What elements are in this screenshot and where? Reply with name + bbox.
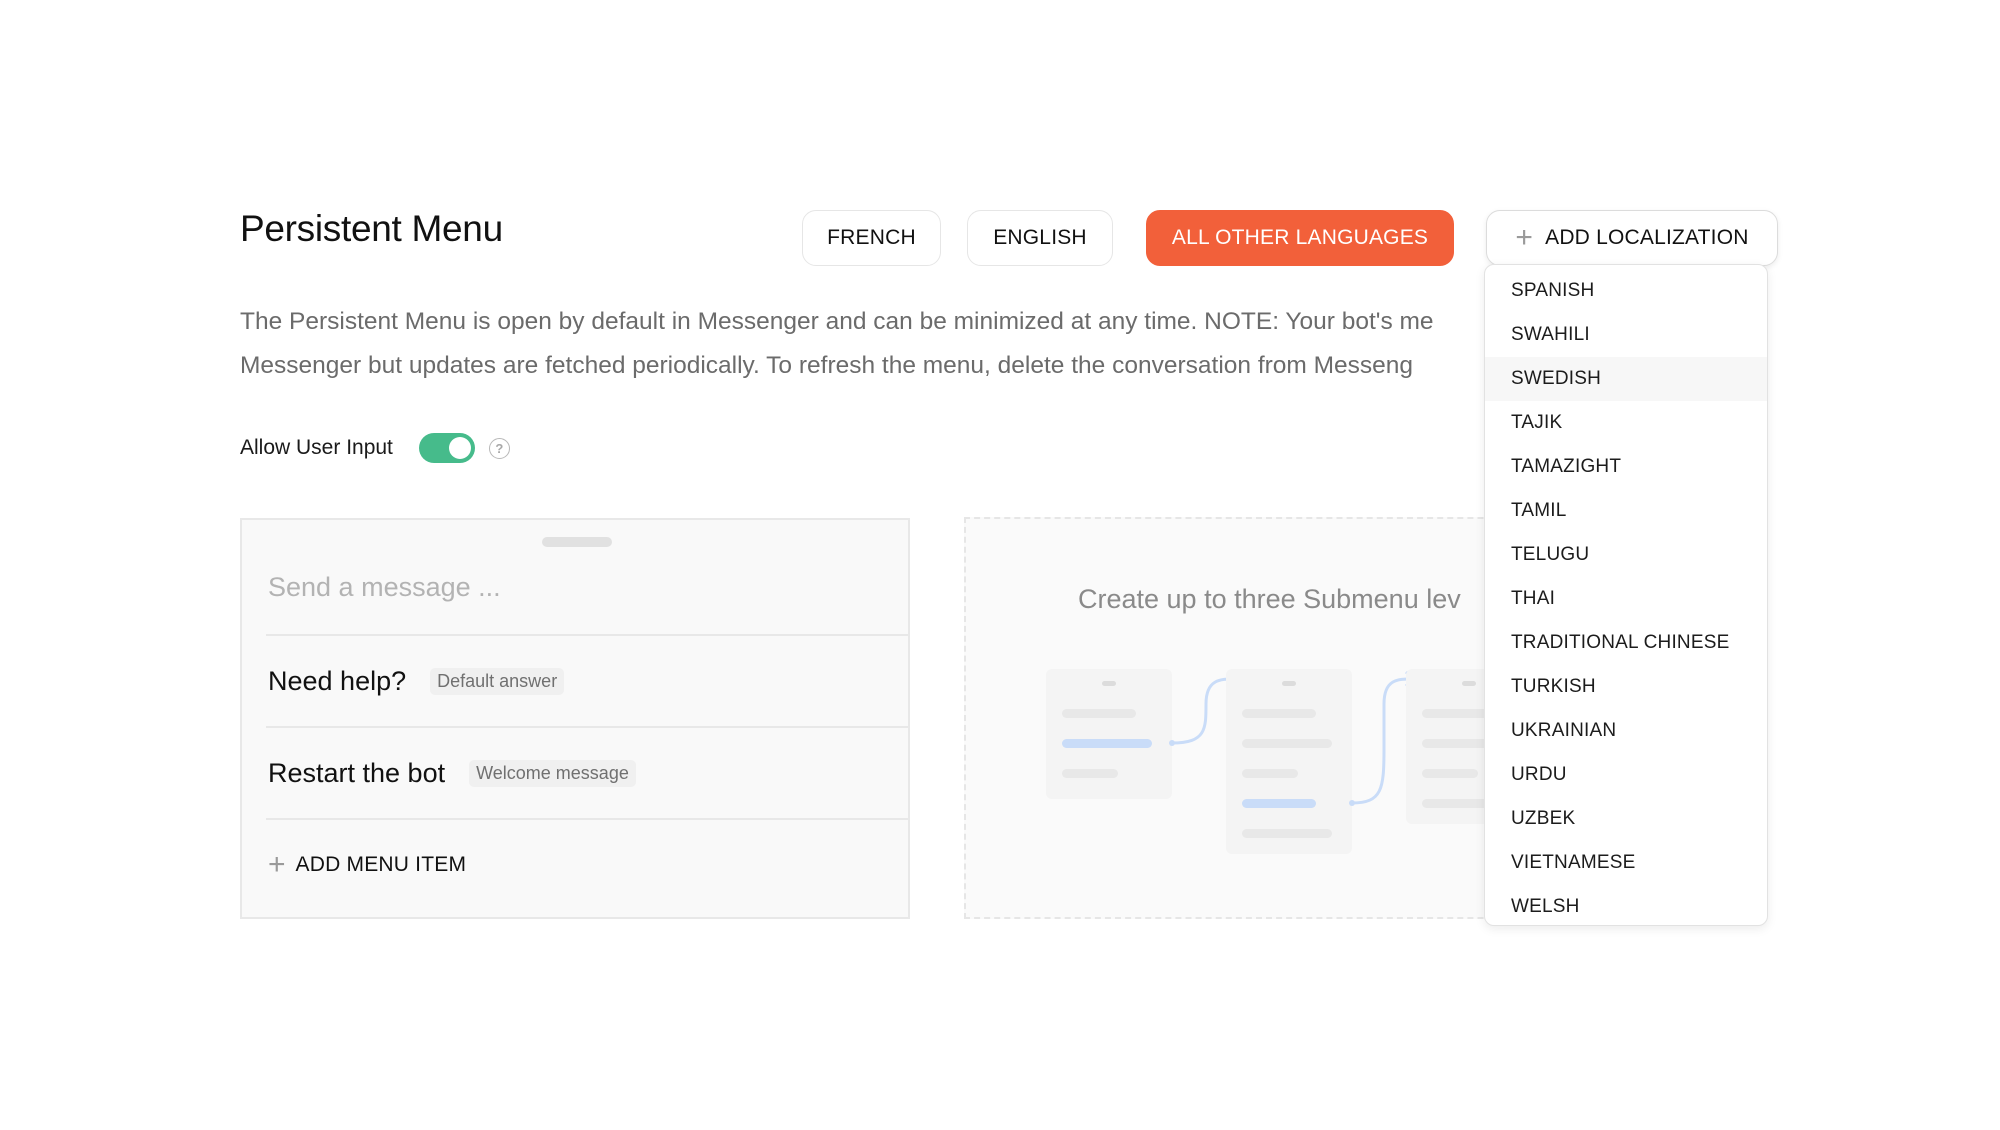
allow-user-input-toggle[interactable]	[418, 433, 475, 463]
localization-dropdown: SPANISH SWAHILI SWEDISH TAJIK TAMAZIGHT TAMIL…	[1484, 264, 1768, 926]
send-message-input[interactable]	[268, 572, 868, 603]
illustration-arrow-1	[1171, 677, 1235, 745]
tab-english[interactable]: ENGLISH	[967, 210, 1113, 266]
menu-item-badge: Default answer	[430, 667, 565, 695]
localization-option[interactable]: SWEDISH	[1485, 357, 1767, 401]
allow-user-input-row: Allow User Input ?	[240, 430, 510, 466]
illustration-arrow-2	[1351, 677, 1413, 805]
localization-option[interactable]: UZBEK	[1485, 797, 1767, 841]
localization-option[interactable]: TAJIK	[1485, 401, 1767, 445]
localization-option[interactable]: TELUGU	[1485, 533, 1767, 577]
persistent-menu-preview: Need help? Default answer Restart the bo…	[240, 518, 910, 919]
localization-option[interactable]: VIETNAMESE	[1485, 841, 1767, 885]
localization-option[interactable]: THAI	[1485, 577, 1767, 621]
menu-item-badge: Welcome message	[469, 759, 636, 787]
allow-user-input-label: Allow User Input	[240, 436, 393, 459]
illustration-card-2	[1226, 669, 1352, 854]
add-localization-label: ADD LOCALIZATION	[1545, 226, 1749, 249]
add-menu-item-button[interactable]: + ADD MENU ITEM	[268, 850, 466, 880]
submenu-hint-text: Create up to three Submenu lev	[1078, 584, 1461, 614]
divider	[266, 818, 908, 820]
illustration-card-1	[1046, 669, 1172, 799]
localization-options: SPANISH SWAHILI SWEDISH TAJIK TAMAZIGHT TAMIL…	[1485, 265, 1767, 925]
menu-item-restart-bot[interactable]: Restart the bot Welcome message	[268, 728, 908, 818]
submenu-levels-illustration	[1046, 669, 1532, 854]
question-circle-icon[interactable]: ?	[488, 437, 510, 459]
add-localization-button[interactable]: + ADD LOCALIZATION	[1486, 210, 1778, 266]
menu-item-need-help[interactable]: Need help? Default answer	[268, 636, 908, 726]
menu-item-title: Restart the bot	[268, 757, 446, 788]
localization-option[interactable]: UKRAINIAN	[1485, 709, 1767, 753]
plus-icon: +	[268, 848, 286, 881]
description-line-1: The Persistent Menu is open by default i…	[240, 308, 1434, 335]
toggle-knob	[448, 437, 471, 459]
tab-all-other-languages[interactable]: ALL OTHER LANGUAGES	[1146, 210, 1454, 266]
localization-option[interactable]: WELSH	[1485, 885, 1767, 925]
description-line-2: Messenger but updates are fetched period…	[240, 352, 1414, 379]
localization-option[interactable]: SPANISH	[1485, 269, 1767, 313]
drag-handle[interactable]	[542, 537, 612, 547]
menu-item-title: Need help?	[268, 665, 407, 696]
page-title: Persistent Menu	[240, 208, 503, 249]
add-menu-item-label: ADD MENU ITEM	[295, 853, 467, 876]
page-description: The Persistent Menu is open by default i…	[240, 300, 1510, 388]
localization-option[interactable]: TAMIL	[1485, 489, 1767, 533]
tab-french[interactable]: FRENCH	[802, 210, 941, 266]
localization-option[interactable]: SWAHILI	[1485, 313, 1767, 357]
localization-option[interactable]: TAMAZIGHT	[1485, 445, 1767, 489]
plus-icon: +	[1515, 221, 1534, 254]
localization-option[interactable]: URDU	[1485, 753, 1767, 797]
submenu-hint-panel: Create up to three Submenu lev	[964, 517, 1564, 919]
localization-option[interactable]: TRADITIONAL CHINESE	[1485, 621, 1767, 665]
localization-option[interactable]: TURKISH	[1485, 665, 1767, 709]
